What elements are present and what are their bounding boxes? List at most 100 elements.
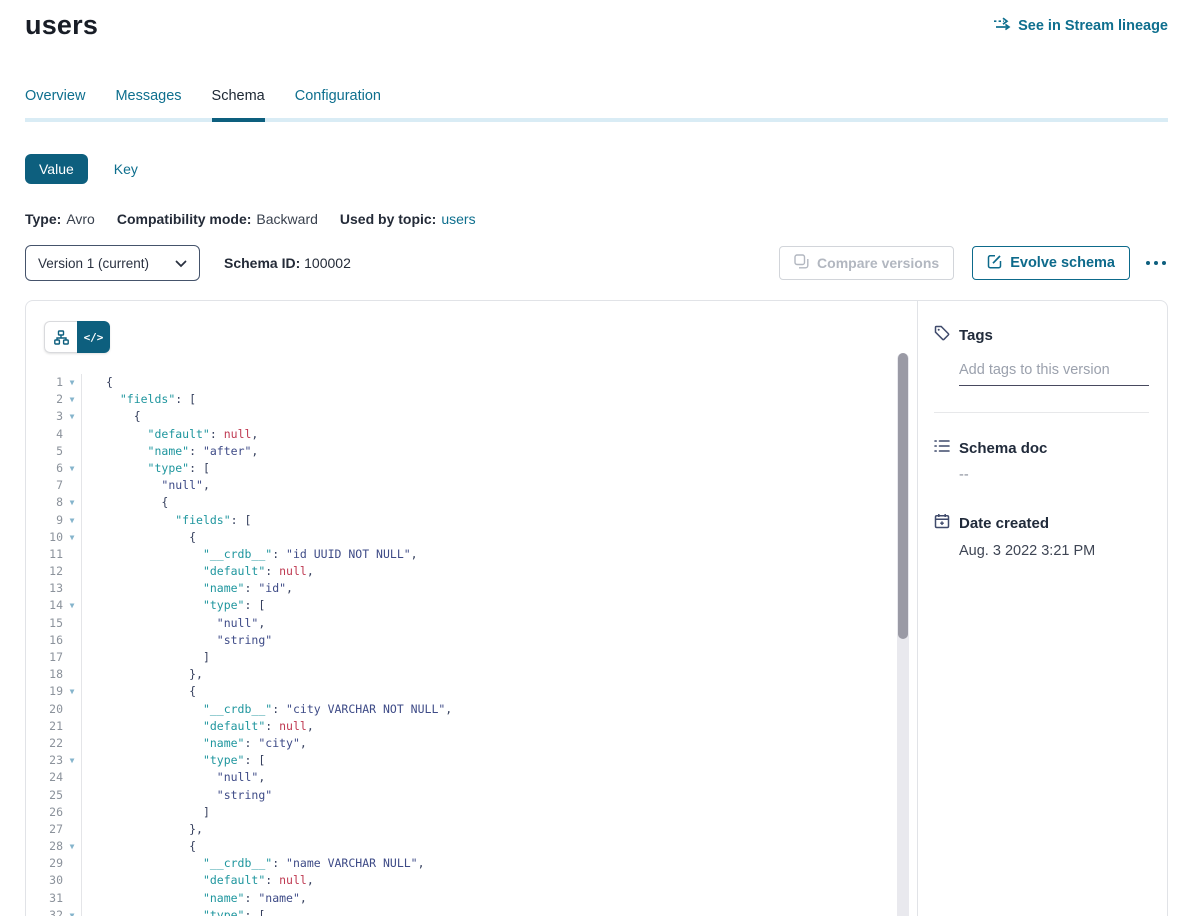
code-line-text: "null", xyxy=(82,769,265,786)
fold-arrow-icon[interactable]: ▼ xyxy=(63,838,81,855)
fold-arrow-icon[interactable]: ▼ xyxy=(63,374,81,391)
tab-overview[interactable]: Overview xyxy=(25,88,85,118)
code-line-text: "type": [ xyxy=(82,752,265,769)
tab-messages[interactable]: Messages xyxy=(115,88,181,118)
version-select[interactable]: Version 1 (current) xyxy=(25,245,200,281)
code-view-icon[interactable]: </> xyxy=(77,321,110,353)
tags-input[interactable] xyxy=(959,358,1149,386)
line-number: 26 xyxy=(26,804,63,821)
line-number: 28 xyxy=(26,838,63,855)
fold-arrow-icon[interactable]: ▼ xyxy=(63,907,81,916)
evolve-schema-button[interactable]: Evolve schema xyxy=(972,246,1130,280)
code-line-text: "default": null, xyxy=(82,718,314,735)
code-line-text: "type": [ xyxy=(82,907,265,916)
fold-spacer xyxy=(63,821,81,838)
editor-view-toggle: </> xyxy=(44,321,110,353)
schema-code-viewer[interactable]: 1▼{2▼ "fields": [3▼ {4 "default": null,5… xyxy=(26,374,893,916)
editor-scrollbar-track[interactable] xyxy=(897,353,909,916)
line-number: 27 xyxy=(26,821,63,838)
tab-configuration[interactable]: Configuration xyxy=(295,88,381,118)
stream-lineage-label: See in Stream lineage xyxy=(1018,18,1168,34)
more-actions-button[interactable] xyxy=(1144,255,1168,271)
fold-spacer xyxy=(63,546,81,563)
code-line: 9▼ "fields": [ xyxy=(26,512,893,529)
fold-spacer xyxy=(63,855,81,872)
code-line: 29 "__crdb__": "name VARCHAR NULL", xyxy=(26,855,893,872)
fold-spacer xyxy=(63,615,81,632)
code-line: 15 "null", xyxy=(26,615,893,632)
line-number: 4 xyxy=(26,426,63,443)
topic-link[interactable]: users xyxy=(441,211,475,227)
schema-id-value: 100002 xyxy=(304,255,351,271)
value-tab-button[interactable]: Value xyxy=(25,154,88,184)
line-number: 24 xyxy=(26,769,63,786)
code-line-text: "default": null, xyxy=(82,563,314,580)
compare-versions-icon xyxy=(794,254,809,272)
line-number: 2 xyxy=(26,391,63,408)
tab-schema[interactable]: Schema xyxy=(212,88,265,118)
editor-scrollbar-thumb[interactable] xyxy=(898,353,908,639)
fold-arrow-icon[interactable]: ▼ xyxy=(63,683,81,700)
type-value: Avro xyxy=(66,211,95,227)
schema-doc-title: Schema doc xyxy=(959,440,1047,457)
code-line: 20 "__crdb__": "city VARCHAR NOT NULL", xyxy=(26,701,893,718)
code-line-text: { xyxy=(82,683,196,700)
calendar-add-icon xyxy=(934,513,950,533)
topic-label: Used by topic: xyxy=(340,211,436,227)
code-line: 19▼ { xyxy=(26,683,893,700)
schema-id-label: Schema ID: xyxy=(224,255,300,271)
code-line: 4 "default": null, xyxy=(26,426,893,443)
schema-id: Schema ID: 100002 xyxy=(224,255,351,271)
line-number: 13 xyxy=(26,580,63,597)
list-icon xyxy=(934,439,950,457)
type-label: Type: xyxy=(25,211,61,227)
code-line: 5 "name": "after", xyxy=(26,443,893,460)
code-line: 12 "default": null, xyxy=(26,563,893,580)
fold-arrow-icon[interactable]: ▼ xyxy=(63,408,81,425)
tree-view-icon[interactable] xyxy=(44,321,77,353)
line-number: 11 xyxy=(26,546,63,563)
fold-spacer xyxy=(63,563,81,580)
fold-spacer xyxy=(63,769,81,786)
schema-editor: </> 1▼{2▼ "fields": [3▼ {4 "default": nu… xyxy=(26,301,918,916)
fold-arrow-icon[interactable]: ▼ xyxy=(63,512,81,529)
line-number: 20 xyxy=(26,701,63,718)
fold-arrow-icon[interactable]: ▼ xyxy=(63,529,81,546)
key-tab-link[interactable]: Key xyxy=(114,161,138,177)
date-created-value: Aug. 3 2022 3:21 PM xyxy=(959,543,1149,559)
stream-lineage-link[interactable]: See in Stream lineage xyxy=(993,17,1168,35)
fold-spacer xyxy=(63,477,81,494)
date-created-header: Date created xyxy=(934,513,1149,533)
code-line-text: "type": [ xyxy=(82,597,265,614)
code-line: 16 "string" xyxy=(26,632,893,649)
fold-arrow-icon[interactable]: ▼ xyxy=(63,597,81,614)
schema-doc-value: -- xyxy=(959,467,1149,483)
fold-arrow-icon[interactable]: ▼ xyxy=(63,391,81,408)
fold-spacer xyxy=(63,632,81,649)
code-line-text: "type": [ xyxy=(82,460,210,477)
code-line: 32▼ "type": [ xyxy=(26,907,893,916)
evolve-schema-icon xyxy=(987,254,1002,273)
fold-arrow-icon[interactable]: ▼ xyxy=(63,752,81,769)
chevron-down-icon xyxy=(175,256,187,271)
fold-spacer xyxy=(63,787,81,804)
line-number: 25 xyxy=(26,787,63,804)
schema-page: users See in Stream lineage Overview Mess… xyxy=(0,0,1189,916)
code-line: 26 ] xyxy=(26,804,893,821)
sidebar-divider xyxy=(934,412,1149,413)
fold-spacer xyxy=(63,804,81,821)
code-line-text: "__crdb__": "name VARCHAR NULL", xyxy=(82,855,425,872)
line-number: 14 xyxy=(26,597,63,614)
tab-underline-track xyxy=(25,118,1168,122)
code-line: 11 "__crdb__": "id UUID NOT NULL", xyxy=(26,546,893,563)
line-number: 19 xyxy=(26,683,63,700)
fold-arrow-icon[interactable]: ▼ xyxy=(63,494,81,511)
code-line-text: "name": "name", xyxy=(82,890,307,907)
used-by-topic: Used by topic: users xyxy=(340,211,476,227)
code-line-text: "null", xyxy=(82,477,210,494)
fold-arrow-icon[interactable]: ▼ xyxy=(63,460,81,477)
compare-versions-button[interactable]: Compare versions xyxy=(779,246,954,280)
schema-sidebar: Tags Schema doc -- xyxy=(918,301,1167,916)
compat-label: Compatibility mode: xyxy=(117,211,252,227)
code-line-text: "__crdb__": "id UUID NOT NULL", xyxy=(82,546,418,563)
